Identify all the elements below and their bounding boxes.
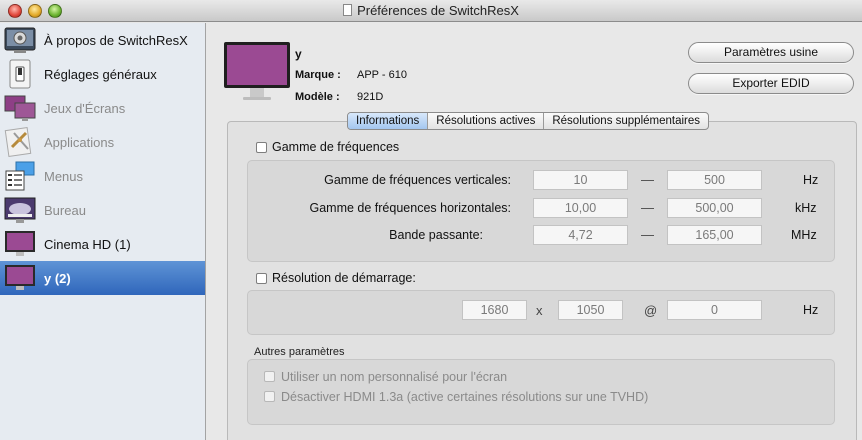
light-switch-icon (9, 59, 31, 89)
startup-refresh-unit: Hz (803, 303, 819, 317)
menus-icon (5, 161, 35, 191)
sidebar-item-menus[interactable]: Menus (0, 159, 205, 193)
window-title-wrap: Préférences de SwitchResX (0, 3, 862, 18)
sidebar-item-general-settings[interactable]: Réglages généraux (0, 57, 205, 91)
sidebar-item-display-sets[interactable]: Jeux d'Écrans (0, 91, 205, 125)
document-icon (343, 4, 353, 16)
switchresx-app-icon (4, 27, 36, 53)
window-title: Préférences de SwitchResX (357, 3, 519, 18)
startup-height-field[interactable]: 1050 (558, 300, 623, 320)
sidebar-item-label: Cinema HD (1) (44, 236, 131, 252)
sidebar-item-label: Menus (44, 168, 84, 184)
sidebar: À propos de SwitchResX Réglages généraux… (0, 23, 206, 440)
main-panel: y Marque : APP - 610 Modèle : 921D Param… (207, 23, 862, 440)
horizontal-frequency-min-field[interactable]: 10,00 (533, 198, 628, 218)
brand-label: Marque : (295, 69, 341, 81)
horizontal-frequency-label: Gamme de fréquences horizontales: (309, 201, 512, 215)
tab-custom-resolutions[interactable]: Résolutions supplémentaires (544, 113, 708, 129)
vertical-frequency-label: Gamme de fréquences verticales: (324, 173, 511, 187)
export-edid-button[interactable]: Exporter EDID (688, 73, 854, 94)
custom-name-label: Utiliser un nom personnalisé pour l'écra… (281, 370, 508, 384)
sidebar-item-cinema-hd[interactable]: Cinema HD (1) (0, 227, 205, 261)
startup-width-field[interactable]: 1680 (462, 300, 527, 320)
model-value: 921D (357, 91, 384, 103)
vertical-frequency-unit: Hz (803, 173, 819, 187)
factory-settings-button[interactable]: Paramètres usine (688, 42, 854, 63)
tab-active-resolutions[interactable]: Résolutions actives (428, 113, 545, 129)
monitor-icon (5, 231, 35, 256)
disable-hdmi-label: Désactiver HDMI 1.3a (active certaines r… (281, 390, 649, 404)
vertical-frequency-max-field[interactable]: 500 (667, 170, 762, 190)
title-bar: Préférences de SwitchResX (0, 0, 862, 22)
sidebar-item-label: Réglages généraux (44, 66, 157, 82)
range-separator: — (641, 227, 654, 242)
tab-informations[interactable]: Informations (348, 113, 429, 129)
sidebar-item-desktop[interactable]: Bureau (0, 193, 205, 227)
other-settings-title: Autres paramètres (254, 346, 345, 358)
frequency-range-label: Gamme de fréquences (272, 140, 400, 154)
monitor-icon (224, 42, 290, 100)
tab-bar: Informations Résolutions actives Résolut… (347, 112, 710, 130)
bandwidth-label: Bande passante: (389, 228, 483, 242)
frequency-range-checkbox[interactable] (256, 142, 267, 153)
at-separator: @ (644, 303, 658, 318)
bandwidth-unit: MHz (791, 228, 817, 242)
sidebar-item-label: Applications (44, 134, 115, 150)
sidebar-item-about[interactable]: À propos de SwitchResX (0, 23, 205, 57)
device-name: y (295, 47, 302, 61)
sidebar-item-applications[interactable]: Applications (0, 125, 205, 159)
monitor-icon (5, 265, 35, 290)
bandwidth-max-field[interactable]: 165,00 (667, 225, 762, 245)
horizontal-frequency-unit: kHz (795, 201, 817, 215)
custom-name-checkbox[interactable] (264, 371, 275, 382)
sidebar-item-display-y[interactable]: y (2) (0, 261, 205, 295)
startup-resolution-label: Résolution de démarrage: (272, 271, 416, 285)
sidebar-item-label: À propos de SwitchResX (44, 32, 188, 48)
vertical-frequency-min-field[interactable]: 10 (533, 170, 628, 190)
startup-refresh-field[interactable]: 0 (667, 300, 762, 320)
horizontal-frequency-max-field[interactable]: 500,00 (667, 198, 762, 218)
sidebar-item-label: y (2) (44, 270, 71, 286)
desktop-icon (4, 197, 36, 223)
model-label: Modèle : (295, 91, 340, 103)
sidebar-item-label: Bureau (44, 202, 86, 218)
range-separator: — (641, 172, 654, 187)
applications-icon (4, 127, 32, 157)
startup-resolution-checkbox[interactable] (256, 273, 267, 284)
dimension-separator: x (536, 303, 543, 318)
range-separator: — (641, 200, 654, 215)
disable-hdmi-checkbox[interactable] (264, 391, 275, 402)
sidebar-item-label: Jeux d'Écrans (44, 100, 126, 116)
bandwidth-min-field[interactable]: 4,72 (533, 225, 628, 245)
brand-value: APP - 610 (357, 69, 407, 81)
display-sets-icon (4, 95, 36, 121)
